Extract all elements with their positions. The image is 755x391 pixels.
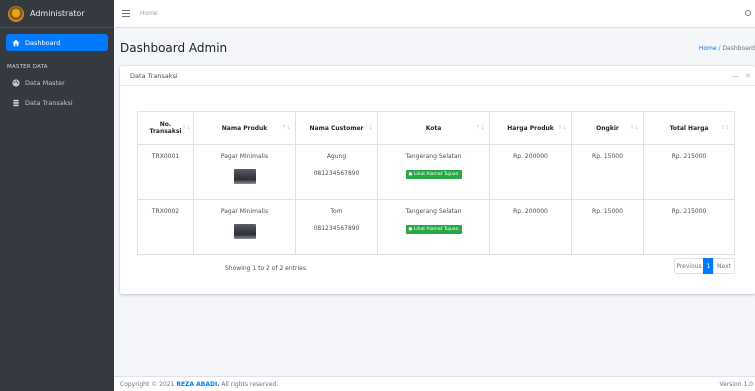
card-tools: — ✕	[732, 72, 751, 80]
home-icon	[12, 39, 20, 47]
breadcrumb: Home / Dashboard	[699, 45, 755, 52]
table-info: Showing 1 to 2 of 2 entries	[225, 265, 306, 272]
table-wrapper: No. Transaksi ↑↓ Nama Produk ↑↓ Nama Cust…	[137, 111, 735, 255]
sidebar-nav-master: Data Master Data Transaksi	[0, 74, 114, 111]
brand-link[interactable]: Administrator	[0, 0, 114, 28]
collapse-icon[interactable]: —	[732, 72, 739, 80]
city-name: Tangerang Selatan	[405, 153, 462, 160]
cell-customer: Agung 081234567890	[295, 144, 378, 200]
sort-icon: ↑↓	[557, 125, 567, 131]
palette-icon	[12, 78, 20, 87]
sort-icon: ↑↓	[363, 125, 373, 131]
cell-customer: Tom 081234567890	[295, 199, 378, 255]
sidebar-item-label: Dashboard	[25, 38, 61, 47]
breadcrumb-separator: /	[718, 45, 721, 52]
top-home-link[interactable]: Home	[140, 10, 158, 17]
product-image[interactable]	[233, 224, 256, 239]
column-header-label: Ongkir	[596, 124, 619, 132]
view-address-button[interactable]: ● Lihat Alamat Tujuan	[405, 225, 462, 234]
close-icon[interactable]: ✕	[745, 72, 751, 80]
sort-icon: ↑↓	[720, 125, 730, 131]
cell-produk: Pagar Minimalis	[193, 144, 296, 200]
column-header-label: Total Harga	[669, 124, 709, 132]
column-header-label: Harga Produk	[507, 124, 554, 132]
transactions-card: Data Transaksi — ✕ No. Transaksi ↑↓ Nama…	[120, 66, 755, 294]
view-address-label: Lihat Alamat Tujuan	[413, 227, 459, 232]
sort-icon: ↑↓	[475, 125, 485, 131]
city-name: Tangerang Selatan	[405, 208, 462, 215]
pagination-next[interactable]: Next	[713, 258, 735, 274]
card-title: Data Transaksi	[130, 71, 178, 80]
sidebar-item-dashboard[interactable]: Dashboard	[6, 34, 108, 51]
cell-ongkir: Rp. 15000	[571, 144, 644, 200]
table-row: TRX0001 Pagar Minimalis Agung 0812345678…	[137, 144, 735, 200]
column-header-total[interactable]: Total Harga ↑↓	[643, 111, 735, 145]
column-header-label: Kota	[425, 124, 442, 132]
sidebar-nav: Dashboard	[0, 28, 114, 51]
view-address-button[interactable]: ● Lihat Alamat Tujuan	[405, 170, 462, 179]
table-header-row: No. Transaksi ↑↓ Nama Produk ↑↓ Nama Cust…	[137, 111, 735, 145]
card-header: Data Transaksi — ✕	[120, 66, 755, 86]
sidebar-item-data-transaksi[interactable]: Data Transaksi	[6, 94, 108, 111]
sidebar-section-header: MASTER DATA	[7, 64, 48, 70]
cell-harga: Rp. 200000	[489, 199, 572, 255]
product-image[interactable]	[233, 169, 256, 184]
sort-icon: ↑↓	[281, 125, 291, 131]
column-header-harga[interactable]: Harga Produk ↑↓	[489, 111, 572, 145]
transactions-table: No. Transaksi ↑↓ Nama Produk ↑↓ Nama Cust…	[137, 111, 735, 255]
column-header-kota[interactable]: Kota ↑↓	[377, 111, 490, 145]
column-header-produk[interactable]: Nama Produk ↑↓	[193, 111, 296, 145]
top-navbar: Home	[114, 0, 755, 28]
customer-phone: 081234567890	[313, 170, 360, 177]
column-header-customer[interactable]: Nama Customer ↑↓	[295, 111, 378, 145]
column-header-label: Nama Customer	[309, 124, 364, 132]
menu-toggle-icon[interactable]	[122, 10, 130, 17]
pagination-previous[interactable]: Previous	[674, 258, 704, 274]
product-name: Pagar Minimalis	[220, 208, 269, 215]
brand-logo	[8, 5, 24, 22]
cell-no: TRX0002	[137, 199, 194, 255]
map-marker-icon: ●	[408, 227, 413, 232]
sidebar-item-data-master[interactable]: Data Master	[6, 74, 108, 91]
footer: Copyright © 2021 REZA ABADI. All rights …	[114, 376, 755, 391]
sort-icon: ↑↓	[181, 125, 191, 131]
cell-produk: Pagar Minimalis	[193, 199, 296, 255]
customer-name: Tom	[330, 208, 343, 215]
cell-harga: Rp. 200000	[489, 144, 572, 200]
cell-ongkir: Rp. 15000	[571, 199, 644, 255]
cell-total: Rp. 215000	[643, 199, 735, 255]
gear-icon[interactable]	[745, 10, 751, 16]
footer-version: Version 1.0	[719, 381, 753, 388]
footer-brand-link[interactable]: REZA ABADI.	[176, 381, 219, 388]
column-header-label: Nama Produk	[221, 124, 268, 132]
cell-total: Rp. 215000	[643, 144, 735, 200]
view-address-label: Lihat Alamat Tujuan	[413, 172, 459, 177]
customer-phone: 081234567890	[313, 225, 360, 232]
sidebar: Administrator Dashboard MASTER DATA Data…	[0, 0, 114, 391]
page-title: Dashboard Admin	[120, 41, 228, 55]
pagination: Previous 1 Next	[674, 258, 735, 274]
brand-text: Administrator	[30, 9, 85, 18]
column-header-no[interactable]: No. Transaksi ↑↓	[137, 111, 194, 145]
cell-kota: Tangerang Selatan ● Lihat Alamat Tujuan	[377, 144, 490, 200]
customer-name: Agung	[326, 153, 347, 160]
database-icon	[12, 99, 20, 107]
footer-copyright: Copyright © 2021	[120, 380, 175, 388]
breadcrumb-home-link[interactable]: Home	[699, 45, 717, 52]
sidebar-item-label: Data Transaksi	[25, 98, 73, 107]
sort-icon: ↑↓	[629, 125, 639, 131]
map-marker-icon: ●	[408, 172, 413, 177]
table-row: TRX0002 Pagar Minimalis Tom 081234567890…	[137, 199, 735, 255]
breadcrumb-current: Dashboard	[722, 45, 755, 52]
footer-rights: All rights reserved.	[221, 380, 279, 388]
product-name: Pagar Minimalis	[220, 153, 269, 160]
column-header-ongkir[interactable]: Ongkir ↑↓	[571, 111, 644, 145]
sidebar-item-label: Data Master	[25, 78, 65, 87]
cell-kota: Tangerang Selatan ● Lihat Alamat Tujuan	[377, 199, 490, 255]
cell-no: TRX0001	[137, 144, 194, 200]
